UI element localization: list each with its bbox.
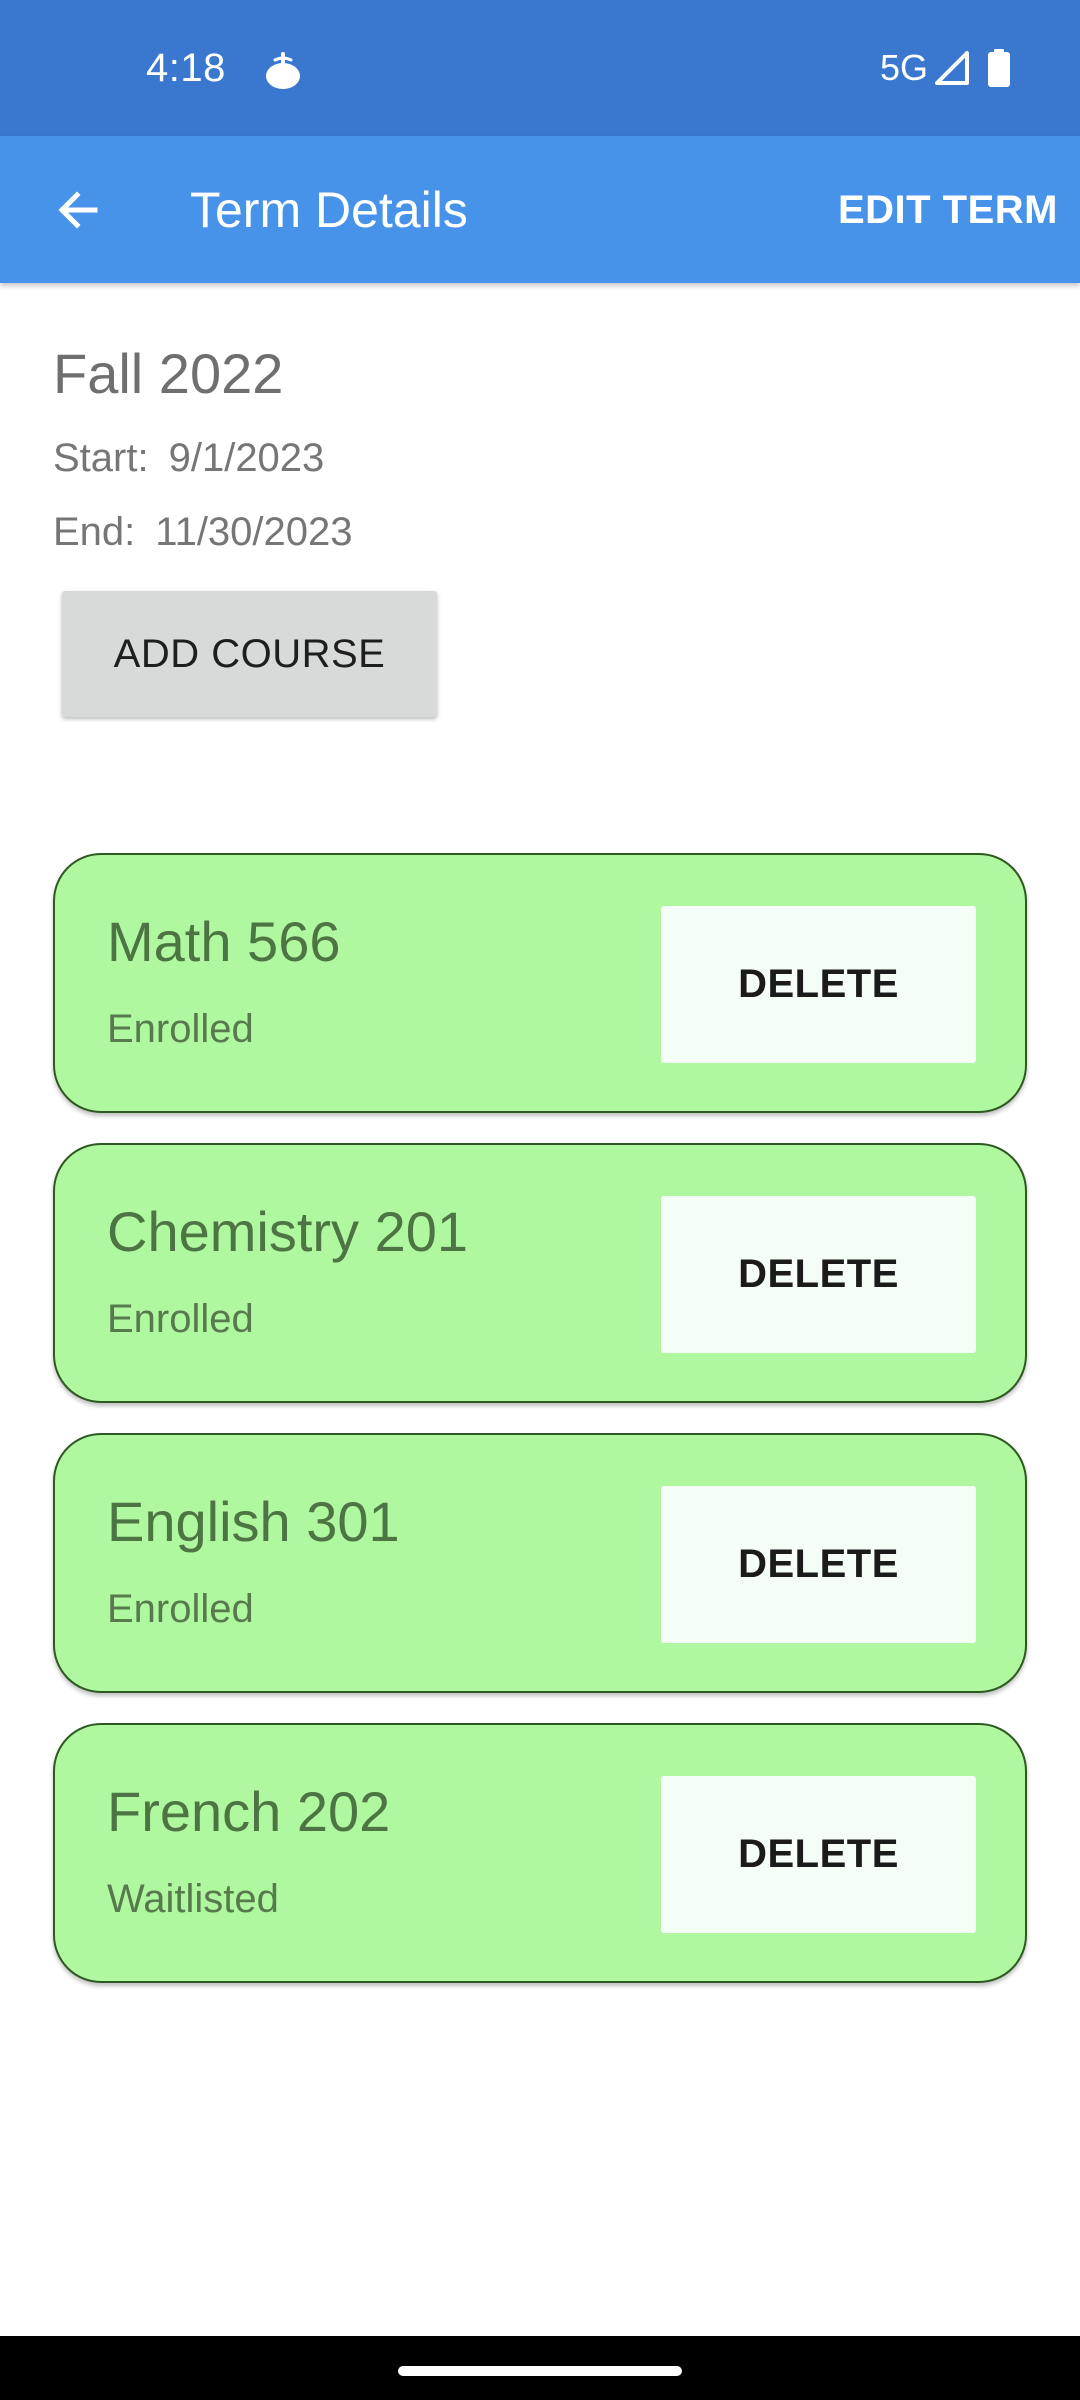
course-card[interactable]: French 202 Waitlisted DELETE <box>53 1723 1027 1983</box>
course-status: Enrolled <box>107 1297 254 1341</box>
course-name: Math 566 <box>107 910 341 973</box>
course-name: English 301 <box>107 1490 400 1553</box>
delete-course-button[interactable]: DELETE <box>661 906 976 1063</box>
term-start: Start: 9/1/2023 <box>53 430 324 486</box>
term-end: End: 11/30/2023 <box>53 504 353 560</box>
course-card[interactable]: Math 566 Enrolled DELETE <box>53 853 1027 1113</box>
signal-icon <box>935 51 969 85</box>
course-status: Waitlisted <box>107 1877 279 1921</box>
end-label: End: <box>53 510 136 554</box>
course-card[interactable]: Chemistry 201 Enrolled DELETE <box>53 1143 1027 1403</box>
delete-course-button[interactable]: DELETE <box>661 1486 976 1643</box>
start-label: Start: <box>53 436 149 480</box>
arrow-back-icon <box>58 191 98 229</box>
course-name: Chemistry 201 <box>107 1200 469 1263</box>
course-status: Enrolled <box>107 1587 254 1631</box>
end-date: 11/30/2023 <box>155 510 353 554</box>
status-bar: 4:18 5G <box>0 0 1080 136</box>
edit-term-button[interactable]: EDIT TERM <box>838 180 1058 240</box>
add-course-button[interactable]: ADD COURSE <box>62 591 437 717</box>
status-indicators: 5G <box>880 40 1010 96</box>
course-status: Enrolled <box>107 1007 254 1051</box>
page-title: Term Details <box>190 182 468 238</box>
delete-course-button[interactable]: DELETE <box>661 1196 976 1353</box>
start-date: 9/1/2023 <box>168 436 325 480</box>
term-name: Fall 2022 <box>53 342 284 405</box>
course-name: French 202 <box>107 1780 391 1843</box>
home-indicator[interactable] <box>398 2366 682 2376</box>
course-list: Math 566 Enrolled DELETE Chemistry 201 E… <box>53 853 1027 2013</box>
back-button[interactable] <box>40 172 116 248</box>
network-type: 5G <box>879 47 928 88</box>
app-bar: Term Details EDIT TERM <box>0 136 1080 283</box>
tomato-icon <box>262 46 304 90</box>
delete-course-button[interactable]: DELETE <box>661 1776 976 1933</box>
course-card[interactable]: English 301 Enrolled DELETE <box>53 1433 1027 1693</box>
navigation-bar <box>0 2336 1080 2400</box>
status-time: 4:18 <box>146 46 226 90</box>
battery-icon <box>988 49 1010 87</box>
